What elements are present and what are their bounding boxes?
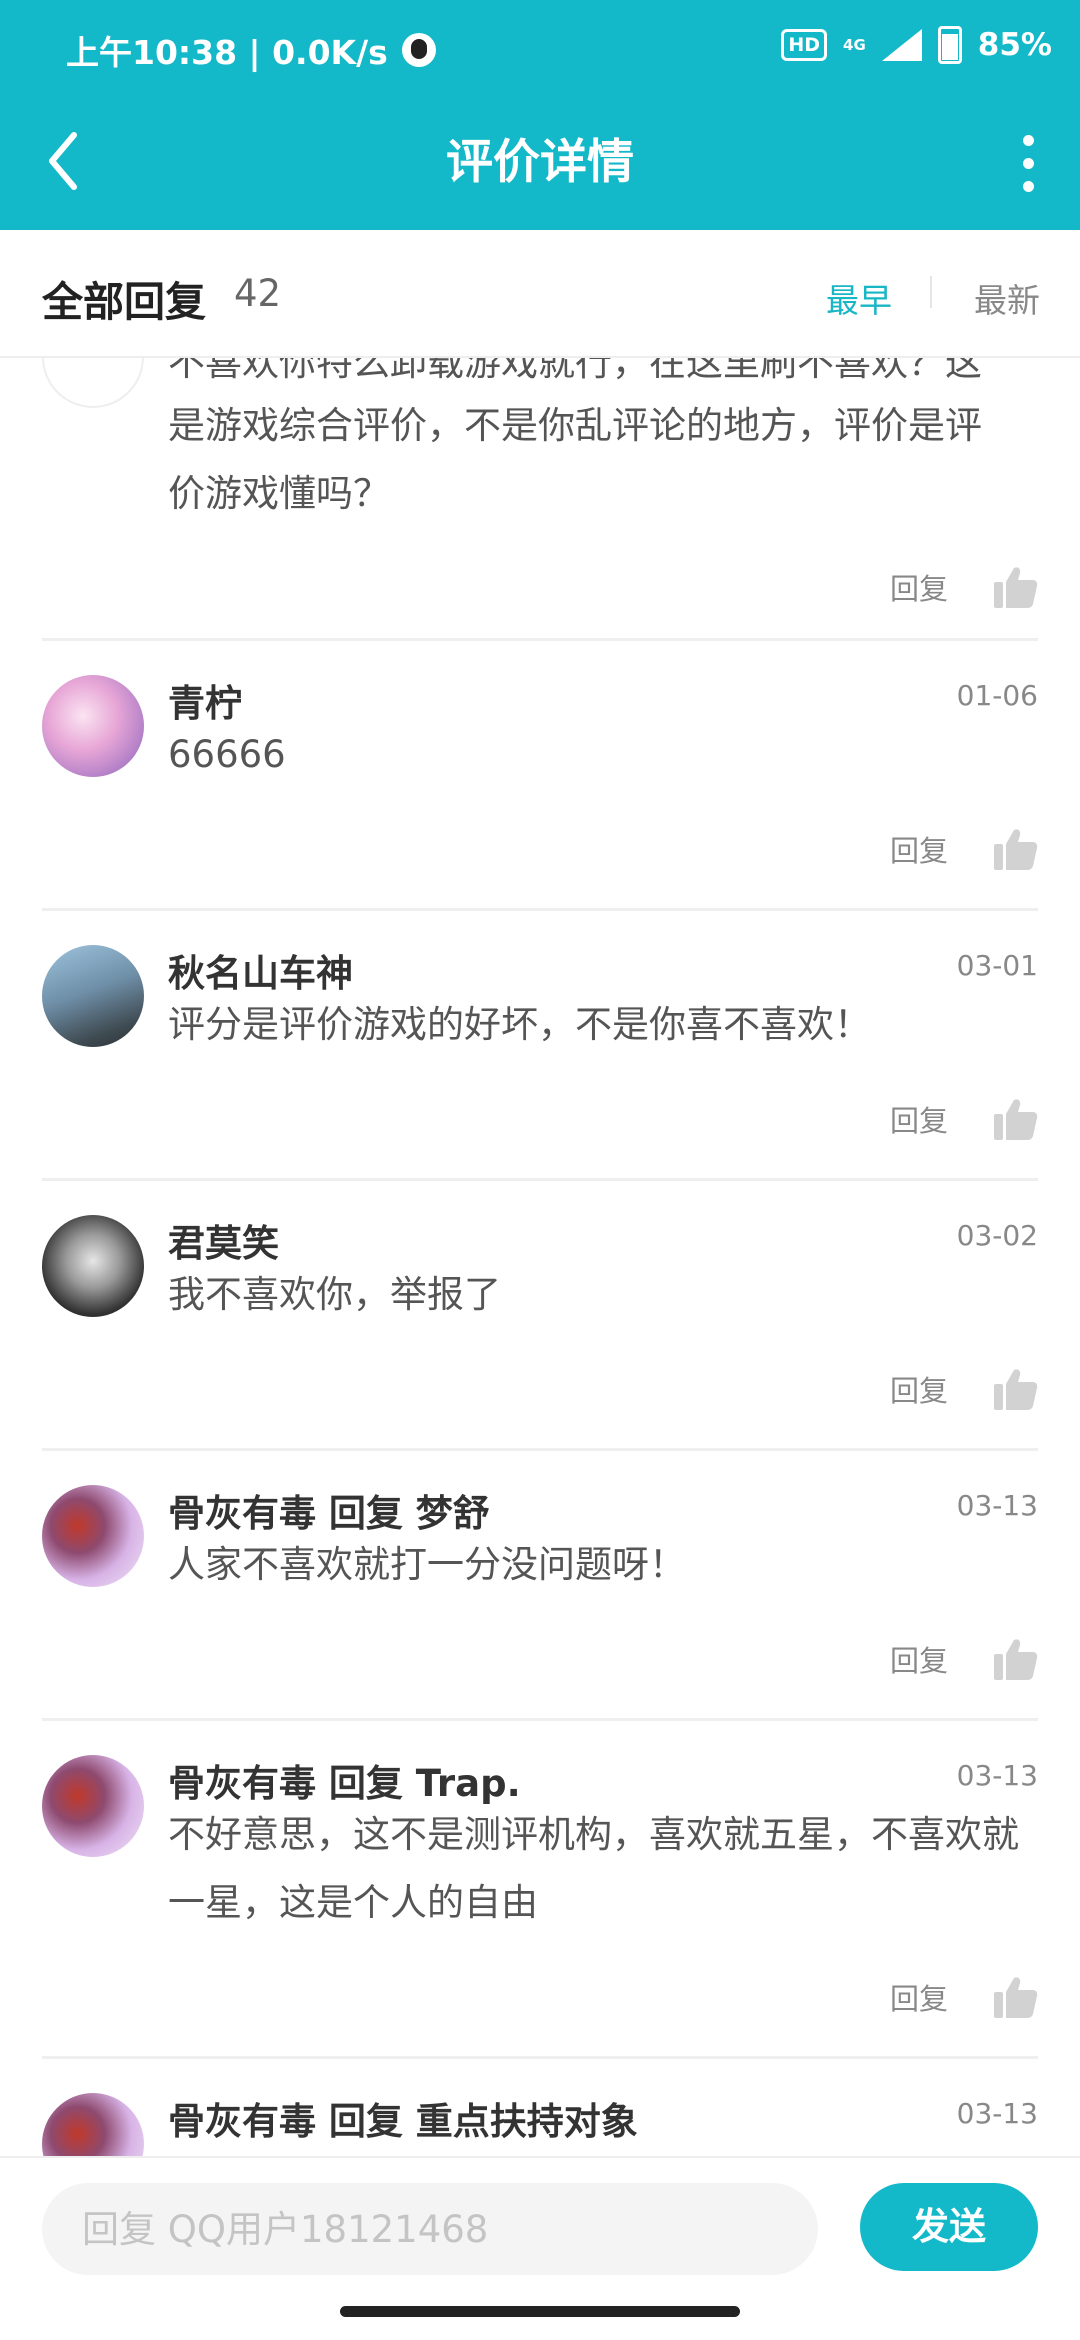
- comment-actions: 回复: [890, 826, 1038, 872]
- comment-list[interactable]: 不喜欢你特么卸载游戏就行，在这里刷不喜欢？这 是游戏综合评价，不是你乱评论的地方…: [0, 356, 1080, 2156]
- comment-actions: 回复: [890, 1096, 1038, 1142]
- sort-bar: 全部回复 42 最早 最新: [0, 230, 1080, 358]
- comment-text: 是游戏综合评价，不是你乱评论的地方，评价是评价游戏懂吗？: [168, 404, 982, 515]
- thumbs-up-icon[interactable]: [992, 1974, 1038, 2020]
- avatar[interactable]: [42, 2093, 144, 2156]
- comment-item: 骨灰有毒 回复 Trap. 03-13 不好意思，这不是测评机构，喜欢就五星，不…: [0, 1721, 1080, 2057]
- thumbs-up-icon[interactable]: [992, 564, 1038, 610]
- comment-item: 青柠 01-06 66666 回复: [0, 641, 1080, 909]
- avatar[interactable]: [42, 1485, 144, 1587]
- comment-author[interactable]: 骨灰有毒 回复 重点扶持对象: [168, 2091, 638, 2145]
- sort-latest-tab[interactable]: 最新: [974, 274, 1040, 322]
- comment-date: 01-06: [956, 679, 1038, 712]
- thumbs-up-icon[interactable]: [992, 1366, 1038, 1412]
- signal-icon: [881, 29, 922, 61]
- comment-author[interactable]: 骨灰有毒 回复 梦舒: [168, 1483, 490, 1537]
- comment-text-cut: 不喜欢你特么卸载游戏就行，在这里刷不喜欢？这: [168, 356, 982, 384]
- comment-date: 03-02: [956, 1219, 1038, 1252]
- reply-input[interactable]: [42, 2183, 818, 2275]
- comment-actions: 回复: [890, 564, 1038, 610]
- comment-author[interactable]: 青柠: [168, 673, 242, 727]
- sort-earliest-tab[interactable]: 最早: [826, 274, 892, 322]
- reply-button[interactable]: 回复: [890, 828, 948, 870]
- avatar[interactable]: [42, 1755, 144, 1857]
- comment-date: 03-13: [956, 1759, 1038, 1792]
- comment-text: 我不喜欢你，举报了: [168, 1273, 501, 1316]
- avatar[interactable]: [42, 1215, 144, 1317]
- comment-text: 评分是评价游戏的好坏，不是你喜不喜欢！: [168, 1003, 871, 1046]
- all-replies-label: 全部回复: [42, 278, 206, 326]
- comment-actions: 回复: [890, 1366, 1038, 1412]
- status-left: 上午10:38 | 0.0K/s: [66, 26, 436, 74]
- app-bar: 评价详情: [0, 95, 1080, 230]
- comment-date: 03-13: [956, 2097, 1038, 2130]
- network-type: 4G: [843, 36, 866, 54]
- page-title: 评价详情: [446, 135, 634, 190]
- reply-count: 42: [234, 272, 282, 315]
- home-indicator[interactable]: [340, 2306, 740, 2317]
- comment-author[interactable]: 君莫笑: [168, 1213, 279, 1267]
- status-bar: 上午10:38 | 0.0K/s HD 4G 85%: [0, 0, 1080, 95]
- thumbs-up-icon[interactable]: [992, 1636, 1038, 1682]
- comment-text: 不好意思，这不是测评机构，喜欢就五星，不喜欢就一星，这是个人的自由: [168, 1813, 1019, 1924]
- comment-item: 骨灰有毒 回复 梦舒 03-13 人家不喜欢就打一分没问题呀！ 回复: [0, 1451, 1080, 1719]
- reply-button[interactable]: 回复: [890, 566, 948, 608]
- avatar[interactable]: [42, 675, 144, 777]
- status-right: HD 4G 85%: [781, 26, 1052, 64]
- send-button[interactable]: 发送: [860, 2183, 1038, 2271]
- comment-item: 骨灰有毒 回复 重点扶持对象 03-13: [0, 2059, 1080, 2156]
- comment-author[interactable]: 骨灰有毒 回复 Trap.: [168, 1753, 521, 1807]
- comment-author[interactable]: 秋名山车神: [168, 943, 353, 997]
- comment-date: 03-13: [956, 1489, 1038, 1522]
- avatar[interactable]: [42, 945, 144, 1047]
- comment-item: 秋名山车神 03-01 评分是评价游戏的好坏，不是你喜不喜欢！ 回复: [0, 911, 1080, 1179]
- more-options-icon[interactable]: [996, 123, 1060, 203]
- reply-button[interactable]: 回复: [890, 1976, 948, 2018]
- comment-actions: 回复: [890, 1636, 1038, 1682]
- status-time: 上午10:38 | 0.0K/s: [66, 33, 388, 72]
- reply-button[interactable]: 回复: [890, 1098, 948, 1140]
- thumbs-up-icon[interactable]: [992, 826, 1038, 872]
- reply-bar: 发送: [0, 2156, 1080, 2298]
- hd-icon: HD: [781, 29, 828, 61]
- sort-separator: [930, 276, 932, 308]
- battery-icon: [937, 26, 962, 64]
- avatar[interactable]: [42, 356, 144, 408]
- comment-text: 66666: [168, 733, 286, 776]
- reply-button[interactable]: 回复: [890, 1638, 948, 1680]
- comment-date: 03-01: [956, 949, 1038, 982]
- comment-item: 君莫笑 03-02 我不喜欢你，举报了 回复: [0, 1181, 1080, 1449]
- qq-icon: [401, 33, 436, 67]
- comment-text: 人家不喜欢就打一分没问题呀！: [168, 1543, 686, 1586]
- battery-level: 85%: [977, 27, 1052, 63]
- thumbs-up-icon[interactable]: [992, 1096, 1038, 1142]
- reply-button[interactable]: 回复: [890, 1368, 948, 1410]
- comment-actions: 回复: [890, 1974, 1038, 2020]
